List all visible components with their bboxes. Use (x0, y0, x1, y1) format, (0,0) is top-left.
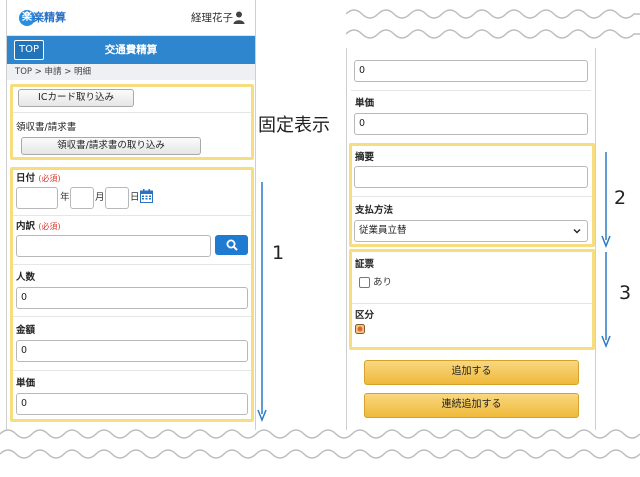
amount-input[interactable]: 0 (16, 340, 248, 362)
user-name[interactable]: 経理花子 (191, 10, 233, 26)
user-icon[interactable] (233, 11, 245, 24)
date-year-unit: 年 (60, 192, 70, 203)
receipt-label: 領収書/請求書 (16, 122, 77, 133)
people-input[interactable]: 0 (16, 287, 248, 309)
detail-label: 内訳 (必須) (16, 221, 61, 232)
scroll-arrow-2-icon (601, 152, 611, 248)
divider (13, 316, 251, 317)
unit-price-label: 単価 (355, 98, 375, 109)
scroll-arrow-1-icon (257, 182, 267, 422)
divider (352, 196, 592, 197)
divider (13, 215, 251, 216)
search-icon (226, 239, 238, 251)
divider (13, 112, 251, 113)
ic-card-import-button[interactable]: ICカード取り込み (18, 89, 134, 107)
date-day-input[interactable] (105, 187, 129, 209)
category-icon[interactable] (355, 324, 365, 334)
app-header: 楽 楽精算 経理花子 (7, 0, 255, 36)
date-day-unit: 日 (130, 192, 140, 203)
torn-edge-top (346, 0, 640, 39)
add-button[interactable]: 追加する (364, 360, 579, 385)
app-logo-text: 楽精算 (33, 11, 66, 24)
calendar-icon[interactable] (140, 189, 153, 203)
unit-price-input[interactable]: 0 (354, 113, 588, 135)
right-phone-screen: 0 単価 0 摘要 支払方法 従業員立替 証票 あり 区分 追加する 連続追加す… (346, 48, 596, 430)
summary-input[interactable] (354, 166, 588, 188)
top-button[interactable]: TOP (14, 40, 44, 60)
people-label: 人数 (16, 272, 36, 283)
page-title: 交通費精算 (104, 44, 158, 56)
divider (351, 90, 591, 91)
top-partial-input[interactable]: 0 (354, 60, 588, 82)
payment-method-label: 支払方法 (355, 205, 394, 216)
category-label: 区分 (355, 310, 375, 321)
amount-label: 金額 (16, 325, 36, 336)
divider (13, 264, 251, 265)
title-bar: 交通費精算 TOP (7, 36, 255, 64)
summary-label: 摘要 (355, 152, 375, 163)
voucher-checkbox[interactable] (359, 277, 370, 288)
left-phone-screen: 楽 楽精算 経理花子 交通費精算 TOP TOP > 申請 > 明細 ICカード… (6, 0, 256, 430)
fixed-display-annotation: 固定表示 (258, 115, 330, 136)
payment-method-value: 従業員立替 (359, 225, 407, 236)
annotation-label-1: 1 (272, 242, 285, 264)
annotation-label-3: 3 (619, 282, 632, 304)
date-label: 日付 (必須) (16, 173, 61, 184)
voucher-label: 証票 (355, 259, 375, 270)
receipt-import-button[interactable]: 領収書/請求書の取り込み (21, 137, 201, 155)
date-month-input[interactable] (70, 187, 94, 209)
unit-price-label: 単価 (16, 378, 36, 389)
annotation-label-2: 2 (614, 187, 627, 209)
divider (13, 370, 251, 371)
scroll-arrow-3-icon (601, 252, 611, 348)
divider (352, 303, 592, 304)
voucher-option-label: あり (373, 277, 393, 288)
required-marker: (必須) (38, 222, 61, 231)
scroll-region-3-highlight (349, 249, 595, 350)
add-continue-button[interactable]: 連続追加する (364, 393, 579, 418)
torn-edge-bottom (0, 429, 640, 477)
required-marker: (必須) (38, 174, 61, 183)
date-month-unit: 月 (95, 192, 105, 203)
detail-input[interactable] (16, 235, 211, 257)
date-year-input[interactable] (16, 187, 58, 209)
chevron-down-icon (573, 229, 581, 234)
breadcrumb: TOP > 申請 > 明細 (15, 67, 92, 77)
payment-method-select[interactable]: 従業員立替 (354, 220, 588, 242)
detail-search-button[interactable] (215, 235, 248, 255)
unit-price-input[interactable]: 0 (16, 393, 248, 415)
